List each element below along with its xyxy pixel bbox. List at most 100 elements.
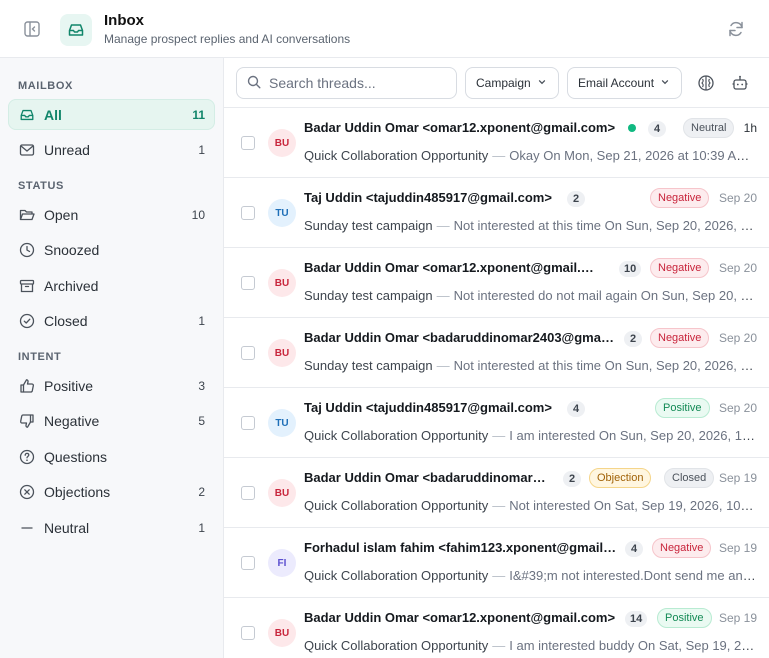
sidebar-item-label: Snoozed bbox=[44, 241, 100, 258]
thread-checkbox[interactable] bbox=[241, 136, 255, 150]
avatar: BU bbox=[268, 129, 296, 157]
sidebar-item-objections[interactable]: Objections 2 bbox=[8, 476, 215, 507]
message-count-badge: 10 bbox=[619, 261, 642, 277]
thread-checkbox[interactable] bbox=[241, 486, 255, 500]
thread-sender: Taj Uddin <tajuddin485917@gmail.com> bbox=[304, 190, 552, 205]
message-count-badge: 14 bbox=[625, 611, 648, 627]
thread-snippet: Okay On Mon, Sep 21, 2026 at 10:39 AM Ba… bbox=[509, 148, 757, 163]
thread-date: Sep 19 bbox=[718, 471, 757, 485]
thread-snippet: Not interested On Sat, Sep 19, 2026, 10:… bbox=[509, 498, 757, 513]
message-count-badge: 2 bbox=[624, 331, 642, 347]
sidebar-item-negative[interactable]: Negative 5 bbox=[8, 405, 215, 436]
sidebar-item-count: 1 bbox=[198, 313, 205, 328]
thread-row[interactable]: BU Badar Uddin Omar <omar12.xponent@gmail… bbox=[224, 598, 769, 658]
thread-preview: Sunday test campaign — Not interested do n… bbox=[304, 288, 757, 303]
separator: — bbox=[492, 638, 506, 653]
folder-open-icon bbox=[18, 206, 35, 223]
sidebar-item-label: Questions bbox=[44, 448, 108, 465]
sidebar-toggle-icon[interactable] bbox=[22, 19, 42, 39]
status-badge: Negative bbox=[650, 188, 710, 208]
sidebar-item-questions[interactable]: Questions bbox=[8, 441, 215, 472]
sidebar-item-unread[interactable]: Unread 1 bbox=[8, 134, 215, 165]
sidebar-item-count: 5 bbox=[198, 413, 205, 428]
campaign-dropdown[interactable]: Campaign bbox=[465, 67, 559, 99]
page-header: Inbox Manage prospect replies and AI con… bbox=[0, 0, 769, 58]
thread-subject: Sunday test campaign bbox=[304, 358, 433, 373]
thread-row[interactable]: FI Forhadul islam fahim <fahim123.xponent… bbox=[224, 528, 769, 598]
sidebar-item-positive[interactable]: Positive 3 bbox=[8, 370, 215, 401]
thread-row[interactable]: TU Taj Uddin <tajuddin485917@gmail.com> 4 P… bbox=[224, 388, 769, 458]
thread-preview: Quick Collaboration Opportunity — I am int… bbox=[304, 428, 757, 443]
status-badge: Neutral bbox=[683, 118, 735, 138]
sidebar-item-neutral[interactable]: Neutral 1 bbox=[8, 512, 215, 543]
refresh-icon[interactable] bbox=[726, 19, 746, 39]
thread-row[interactable]: BU Badar Uddin Omar <omar12.xponent@gmail… bbox=[224, 108, 769, 178]
minus-icon bbox=[18, 519, 35, 536]
thread-preview: Quick Collaboration Opportunity — Not inte… bbox=[304, 498, 757, 513]
thread-checkbox[interactable] bbox=[241, 276, 255, 290]
status-badge: Positive bbox=[655, 398, 710, 418]
thread-checkbox[interactable] bbox=[241, 626, 255, 640]
thread-snippet: I am interested On Sun, Sep 20, 2026, 10… bbox=[509, 428, 757, 443]
unread-dot bbox=[628, 124, 636, 132]
thread-subject: Quick Collaboration Opportunity bbox=[304, 638, 489, 653]
sidebar-item-count: 1 bbox=[198, 142, 205, 157]
search-input[interactable] bbox=[269, 75, 444, 91]
thread-checkbox[interactable] bbox=[241, 206, 255, 220]
thread-snippet: I&#39;m not interested.Dont send me any … bbox=[509, 568, 757, 583]
email-account-dropdown-label: Email Account bbox=[578, 76, 655, 90]
thread-row[interactable]: BU Badar Uddin Omar <omar12.xponent@gmail… bbox=[224, 248, 769, 318]
inbox-icon bbox=[18, 106, 35, 123]
sidebar-item-archived[interactable]: Archived bbox=[8, 270, 215, 301]
sidebar-item-closed[interactable]: Closed 1 bbox=[8, 305, 215, 336]
separator: — bbox=[436, 288, 450, 303]
search-icon bbox=[247, 75, 261, 92]
page-title: Inbox bbox=[104, 12, 144, 29]
sidebar-item-label: Open bbox=[44, 206, 79, 223]
mail-icon bbox=[18, 141, 35, 158]
thread-checkbox[interactable] bbox=[241, 556, 255, 570]
thread-subject: Quick Collaboration Opportunity bbox=[304, 148, 489, 163]
sidebar: MAILBOX All 11 Unread 1 STATUS Open 10 S… bbox=[0, 58, 224, 658]
sidebar-item-count: 1 bbox=[198, 520, 205, 535]
sidebar-item-label: Positive bbox=[44, 377, 94, 394]
archive-icon bbox=[18, 277, 35, 294]
avatar: FI bbox=[268, 549, 296, 577]
thread-row[interactable]: TU Taj Uddin <tajuddin485917@gmail.com> 2 N… bbox=[224, 178, 769, 248]
avatar: BU bbox=[268, 619, 296, 647]
clock-icon bbox=[18, 241, 35, 258]
thread-subject: Quick Collaboration Opportunity bbox=[304, 498, 489, 513]
chevron-down-icon bbox=[660, 76, 670, 90]
thread-date: 1h bbox=[743, 121, 757, 135]
brain-icon[interactable] bbox=[697, 74, 715, 92]
status-badge: Positive bbox=[657, 608, 712, 628]
thread-row[interactable]: BU Badar Uddin Omar <badaruddinomar2403@g… bbox=[224, 318, 769, 388]
campaign-dropdown-label: Campaign bbox=[476, 76, 531, 90]
status-badge: Negative bbox=[652, 538, 712, 558]
thread-snippet: Not interested at this time On Sun, Sep … bbox=[453, 218, 757, 233]
separator: — bbox=[436, 358, 450, 373]
thread-checkbox[interactable] bbox=[241, 416, 255, 430]
separator: — bbox=[492, 148, 506, 163]
page-subtitle: Manage prospect replies and AI conversat… bbox=[104, 32, 351, 46]
sidebar-item-count: 3 bbox=[198, 378, 205, 393]
thread-date: Sep 19 bbox=[718, 611, 757, 625]
avatar: TU bbox=[268, 409, 296, 437]
thread-snippet: Not interested do not mail again On Sun,… bbox=[453, 288, 757, 303]
message-count-badge: 2 bbox=[567, 191, 585, 207]
email-account-dropdown[interactable]: Email Account bbox=[567, 67, 682, 99]
separator: — bbox=[492, 498, 506, 513]
avatar: BU bbox=[268, 479, 296, 507]
thread-checkbox[interactable] bbox=[241, 346, 255, 360]
search-box[interactable] bbox=[236, 67, 457, 99]
thread-row[interactable]: BU Badar Uddin Omar <badaruddinomar2403@g… bbox=[224, 458, 769, 528]
thread-snippet: Not interested at this time On Sun, Sep … bbox=[453, 358, 757, 373]
separator: — bbox=[492, 568, 506, 583]
thread-sender: Badar Uddin Omar <badaruddinomar2403@gma… bbox=[304, 330, 616, 345]
sidebar-item-open[interactable]: Open 10 bbox=[8, 199, 215, 230]
sidebar-item-label: Closed bbox=[44, 312, 88, 329]
sidebar-item-all[interactable]: All 11 bbox=[8, 99, 215, 130]
sidebar-item-snoozed[interactable]: Snoozed bbox=[8, 234, 215, 265]
chevron-down-icon bbox=[537, 76, 547, 90]
bot-icon[interactable] bbox=[731, 74, 749, 92]
